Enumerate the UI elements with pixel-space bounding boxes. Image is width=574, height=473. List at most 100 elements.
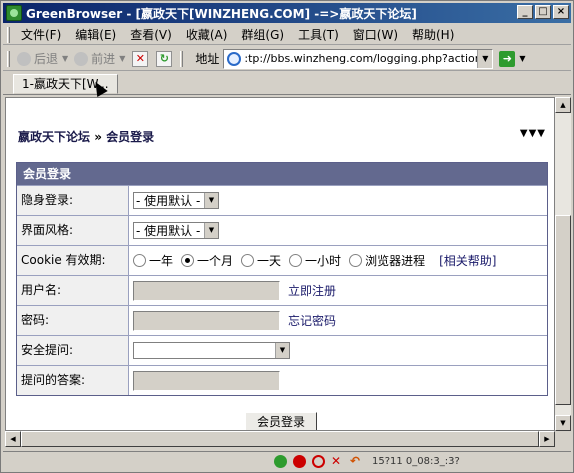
radio-button[interactable] [241, 254, 255, 267]
answer-label: 提问的答案: [17, 366, 129, 395]
cookie-option-year[interactable]: 一年 [133, 252, 173, 269]
answer-input[interactable] [133, 370, 280, 391]
minimize-button[interactable]: _ [517, 5, 533, 19]
back-arrow-icon [17, 51, 31, 66]
scroll-up-icon[interactable]: ▲ [555, 97, 571, 113]
toolbar-grip[interactable] [7, 26, 10, 43]
block-popup-icon[interactable] [293, 455, 306, 468]
scroll-down-icon[interactable]: ▼ [555, 415, 571, 431]
breadcrumb-forum-link[interactable]: 嬴政天下论坛 [18, 130, 90, 144]
menu-file[interactable]: 文件(F) [14, 26, 68, 44]
back-button[interactable]: 后退 ▼ [14, 50, 71, 67]
menu-bar: 文件(F) 编辑(E) 查看(V) 收藏(A) 群组(G) 工具(T) 窗口(W… [3, 25, 571, 45]
network-icon[interactable] [274, 455, 287, 468]
status-bar: ✕ ↶ 15?11 0_08:3_:3? [3, 451, 571, 471]
cookie-option-session[interactable]: 浏览器进程 [349, 252, 425, 269]
radio-button[interactable] [349, 254, 363, 267]
form-row-invisible: 隐身登录: - 使用默认 - ▼ [17, 185, 547, 215]
tab-bar: 1-嬴政天下[W... [3, 73, 571, 95]
username-label: 用户名: [17, 276, 129, 305]
window-title: GreenBrowser - [嬴政天下[WINZHENG.COM] -=>嬴政… [26, 6, 417, 21]
radio-button-selected[interactable] [181, 254, 195, 267]
ie-page-icon [227, 51, 242, 66]
menu-favorites[interactable]: 收藏(A) [179, 26, 235, 44]
go-button[interactable]: ➜ [499, 50, 516, 67]
menu-help[interactable]: 帮助(H) [405, 26, 461, 44]
cookie-option-hour[interactable]: 一小时 [289, 252, 341, 269]
breadcrumb: 嬴政天下论坛 » 会员登录 [18, 128, 154, 145]
register-link[interactable]: 立即注册 [288, 282, 336, 299]
cookie-help-link[interactable]: [相关帮助] [439, 252, 496, 269]
toolbar-grip[interactable] [180, 50, 184, 67]
breadcrumb-current: 会员登录 [106, 130, 155, 144]
form-row-cookie: Cookie 有效期: 一年 一个月 一天 一小时 浏览器进程 [相关帮助] [17, 245, 547, 275]
vertical-scrollbar[interactable]: ▲ ▼ [555, 97, 571, 431]
login-form: 会员登录 隐身登录: - 使用默认 - ▼ 界面风格: - 使用默认 - ▼ C… [16, 162, 548, 396]
password-label: 密码: [17, 306, 129, 335]
stop-icon[interactable]: ✕ [132, 50, 149, 67]
menu-groups[interactable]: 群组(G) [234, 26, 291, 44]
horizontal-scrollbar[interactable]: ◀ ▶ [5, 431, 555, 447]
username-input[interactable] [133, 280, 280, 301]
refresh-icon[interactable]: ↻ [156, 50, 173, 67]
address-bar[interactable]: :tp://bbs.winzheng.com/logging.php?actio… [223, 48, 494, 69]
toolbar-grip[interactable] [7, 50, 10, 67]
back-label: 后退 [34, 52, 59, 66]
form-row-username: 用户名: 立即注册 [17, 275, 547, 305]
cookie-option-label: 浏览器进程 [365, 254, 426, 268]
collapse-arrows-icon[interactable]: ▼▼▼ [520, 128, 546, 139]
form-row-password: 密码: 忘记密码 [17, 305, 547, 335]
forgot-password-link[interactable]: 忘记密码 [288, 312, 336, 329]
cookie-option-day[interactable]: 一天 [241, 252, 281, 269]
maximize-button[interactable]: □ [535, 5, 551, 19]
forward-arrow-icon [74, 51, 89, 66]
radio-button[interactable] [289, 254, 303, 267]
style-select[interactable]: - 使用默认 - ▼ [133, 222, 219, 239]
greenbrowser-logo-icon [6, 5, 22, 21]
forward-button[interactable]: 前进 ▼ [71, 50, 128, 67]
status-clock: 15?11 0_08:3_:3? [372, 456, 460, 467]
password-input[interactable] [133, 310, 280, 331]
scroll-left-icon[interactable]: ◀ [5, 431, 21, 447]
address-dropdown-icon[interactable]: ▼ [477, 49, 493, 68]
cookie-option-label: 一天 [257, 254, 282, 268]
radio-button[interactable] [133, 254, 146, 267]
cookie-option-month[interactable]: 一个月 [181, 252, 233, 269]
forward-label: 前进 [91, 52, 116, 66]
style-label: 界面风格: [17, 216, 129, 245]
close-all-icon[interactable]: ✕ [331, 455, 344, 468]
address-input[interactable]: :tp://bbs.winzheng.com/logging.php?actio… [244, 52, 480, 65]
menu-tools[interactable]: 工具(T) [291, 26, 346, 44]
cookie-option-label: 一个月 [197, 254, 234, 268]
login-submit-button[interactable]: 会员登录 [245, 412, 317, 430]
navigation-toolbar: 后退 ▼ 前进 ▼ ✕ ↻ 地址 :tp://bbs.winzheng.com/… [3, 47, 571, 71]
invisible-select[interactable]: - 使用默认 - ▼ [133, 192, 219, 209]
forward-dropdown-icon[interactable]: ▼ [119, 54, 125, 63]
menu-view[interactable]: 查看(V) [123, 26, 179, 44]
invisible-select-value: - 使用默认 - [136, 194, 201, 208]
go-dropdown-icon[interactable]: ▼ [519, 54, 525, 63]
address-label: 地址 [195, 52, 220, 66]
menu-window[interactable]: 窗口(W) [346, 26, 405, 44]
chevron-down-icon[interactable]: ▼ [204, 223, 218, 238]
scroll-thumb-horizontal[interactable] [21, 431, 539, 447]
question-label: 安全提问: [17, 336, 129, 365]
form-row-question: 安全提问: ▼ [17, 335, 547, 365]
invisible-label: 隐身登录: [17, 186, 129, 215]
menu-edit[interactable]: 编辑(E) [68, 26, 123, 44]
block-icon[interactable] [312, 455, 325, 468]
cookie-option-label: 一年 [149, 254, 174, 268]
form-row-answer: 提问的答案: [17, 365, 547, 395]
form-title: 会员登录 [17, 163, 547, 185]
breadcrumb-separator: » [90, 130, 107, 144]
undo-icon[interactable]: ↶ [350, 455, 363, 468]
style-select-value: - 使用默认 - [136, 224, 201, 238]
chevron-down-icon[interactable]: ▼ [204, 193, 218, 208]
close-button[interactable]: × [553, 5, 569, 19]
chevron-down-icon[interactable]: ▼ [275, 343, 289, 358]
scroll-right-icon[interactable]: ▶ [539, 431, 555, 447]
question-select[interactable]: ▼ [133, 342, 290, 359]
back-dropdown-icon[interactable]: ▼ [62, 54, 68, 63]
page-content: 嬴政天下论坛 » 会员登录 ▼▼▼ 会员登录 隐身登录: - 使用默认 - ▼ … [5, 97, 555, 431]
scroll-thumb[interactable] [555, 215, 571, 405]
